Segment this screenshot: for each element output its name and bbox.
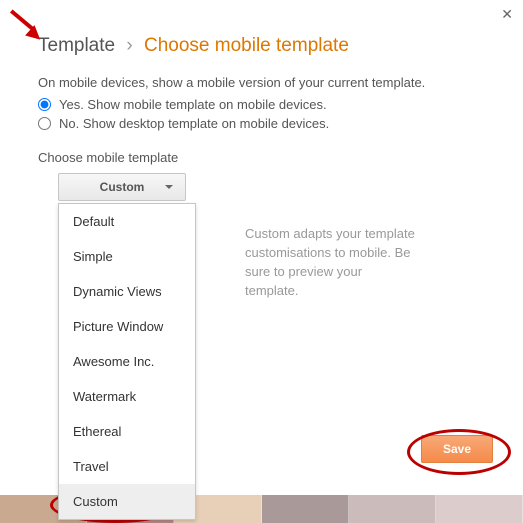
radio-yes[interactable] — [38, 98, 51, 111]
radio-no[interactable] — [38, 117, 51, 130]
save-button[interactable]: Save — [421, 435, 493, 463]
dropdown-item-travel[interactable]: Travel — [59, 449, 195, 484]
choose-template-label: Choose mobile template — [38, 150, 485, 165]
dropdown-item-awesome-inc-[interactable]: Awesome Inc. — [59, 344, 195, 379]
radio-yes-label: Yes. Show mobile template on mobile devi… — [59, 97, 327, 112]
dropdown-selected-value: Custom — [100, 180, 145, 194]
radio-yes-row[interactable]: Yes. Show mobile template on mobile devi… — [38, 96, 485, 113]
dropdown-item-custom[interactable]: Custom — [59, 484, 195, 519]
helper-text: Custom adapts your template customisatio… — [245, 225, 415, 300]
dropdown-item-dynamic-views[interactable]: Dynamic Views — [59, 274, 195, 309]
template-dropdown-button[interactable]: Custom — [58, 173, 186, 201]
dropdown-item-watermark[interactable]: Watermark — [59, 379, 195, 414]
breadcrumb-current: Choose mobile template — [144, 35, 349, 56]
breadcrumb-root[interactable]: Template — [38, 35, 115, 56]
breadcrumb: Template › Choose mobile template — [38, 35, 485, 57]
template-dropdown-list: DefaultSimpleDynamic ViewsPicture Window… — [58, 203, 196, 520]
dropdown-item-simple[interactable]: Simple — [59, 239, 195, 274]
dropdown-item-ethereal[interactable]: Ethereal — [59, 414, 195, 449]
chevron-down-icon — [165, 185, 173, 189]
close-icon[interactable]: ✕ — [501, 6, 513, 23]
dropdown-item-picture-window[interactable]: Picture Window — [59, 309, 195, 344]
dropdown-item-default[interactable]: Default — [59, 204, 195, 239]
mobile-description: On mobile devices, show a mobile version… — [38, 75, 485, 90]
breadcrumb-separator: › — [126, 35, 132, 56]
radio-no-label: No. Show desktop template on mobile devi… — [59, 116, 329, 131]
radio-no-row[interactable]: No. Show desktop template on mobile devi… — [38, 115, 485, 132]
